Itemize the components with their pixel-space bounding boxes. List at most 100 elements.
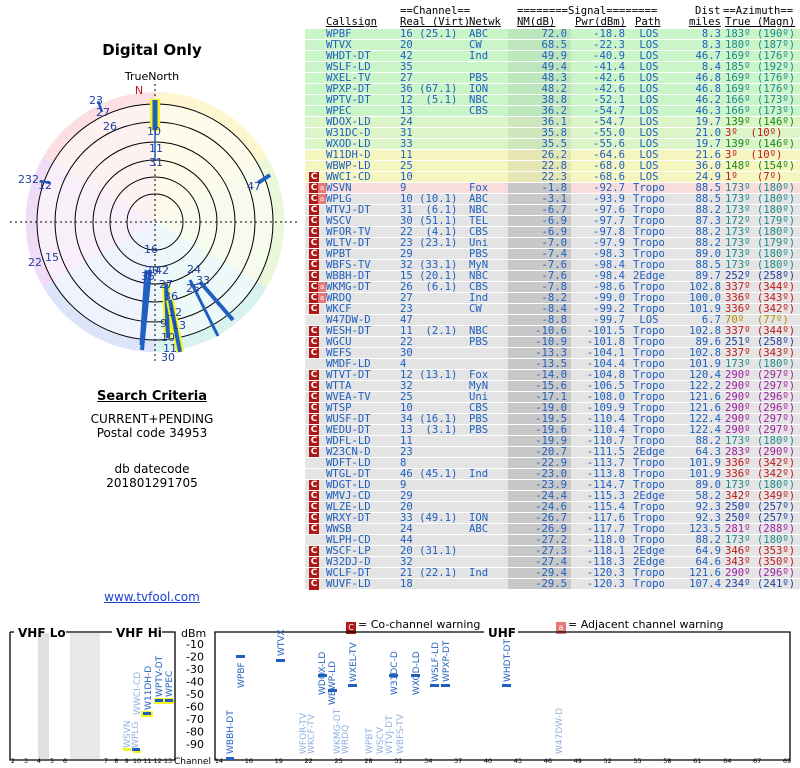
table-row[interactable]: Ca WSVN 9 Fox -1.8 -92.7 Tropo 88.5 173º (180º) xyxy=(305,182,800,194)
radar-label: 2 xyxy=(18,173,25,186)
table-row[interactable]: Ca WKMG-DT 26 (6.1) CBS -7.8 -98.6 Tropo 102.8 3… xyxy=(305,281,800,293)
table-row[interactable]: WXEL-TV 27 PBS 48.3 -42.6 LOS 46.8 169º (176º) xyxy=(305,72,800,84)
table-body: WPBF 16 (25.1) ABC 72.0 -18.8 LOS 8.3 183º (190… xyxy=(305,28,800,590)
vhf-label-wwci: WWCI-CD xyxy=(133,672,143,715)
table-row[interactable]: WDOX-LD 24 36.1 -54.7 LOS 19.7 139º (146º) xyxy=(305,116,800,128)
channel-tick-label: 4 xyxy=(37,757,41,765)
table-row[interactable]: W31DC-D 31 35.8 -55.0 LOS 21.0 3º (10º) xyxy=(305,127,800,139)
dbm-tick-label: -10 xyxy=(186,638,204,651)
channel-tick-label: 55 xyxy=(633,757,641,765)
criteria-postal-code: Postal code 34953 xyxy=(96,426,208,440)
channel-tick-label: 8 xyxy=(114,757,118,765)
radar-label: 36 xyxy=(164,290,178,303)
channel-tick-label: 52 xyxy=(603,757,611,765)
vhf-bar-11-core xyxy=(143,712,151,715)
table-row[interactable]: C WESH-DT 11 (2.1) NBC -10.6 -101.5 Tropo 102.8… xyxy=(305,325,800,337)
channel-axis: 2 3 4 5 6 7 8 9 10 11 12 13 14 16 19 22 25 28 31 34 37 40 43 46… xyxy=(11,757,791,765)
channel-tick-label: 25 xyxy=(334,757,342,765)
header-callsign: Callsign xyxy=(326,16,378,28)
table-row[interactable]: C W23CN-D 23 -20.7 -111.5 2Edge 64.3 283º (290º… xyxy=(305,446,800,458)
radar-label: 31 xyxy=(149,156,163,169)
channel-tick-label: 61 xyxy=(693,757,701,765)
uhf-label-whdt: WHDT-DT xyxy=(503,639,513,682)
uhf-bar-wtvx xyxy=(276,659,285,662)
table-row[interactable]: C WBBH-DT 15 (20.1) NBC -7.6 -98.4 2Edge 89.7 25… xyxy=(305,270,800,282)
channel-tick-label: 31 xyxy=(394,757,402,765)
table-row[interactable]: WDFT-LD 8 -22.9 -113.7 Tropo 101.9 336º (342º) xyxy=(305,457,800,469)
table-row[interactable]: C WGCU 22 PBS -10.9 -101.8 Tropo 89.6 251º (258º… xyxy=(305,336,800,348)
vhf-stations: WSVN WPLG WWCI-CD W11DH-D WPTV-DT WPEC xyxy=(123,655,175,753)
table-row[interactable]: C WTVJ-DT 31 (6.1) NBC -6.7 -97.6 Tropo 88.2 173… xyxy=(305,204,800,216)
table-row[interactable]: WPEC 13 CBS 36.2 -54.7 LOS 46.3 166º (173º) xyxy=(305,105,800,117)
table-row[interactable]: C WTVT-DT 12 (13.1) Fox -14.0 -104.8 Tropo 120.… xyxy=(305,369,800,381)
table-row[interactable]: C WLZE-LD 20 -24.6 -115.4 Tropo 92.3 250º (257º… xyxy=(305,501,800,513)
table-row[interactable]: Ca WPLG 10 (10.1) ABC -3.1 -93.9 Tropo 88.5 173º… xyxy=(305,193,800,205)
criteria-mode: CURRENT+PENDING xyxy=(90,412,214,426)
channel-tick-label: 69 xyxy=(783,757,791,765)
table-row[interactable]: C WTSP 10 CBS -19.0 -109.9 Tropo 121.6 290º (296… xyxy=(305,402,800,414)
table-row[interactable]: Ca WRDQ 27 Ind -8.2 -99.0 Tropo 100.0 336º (343º… xyxy=(305,292,800,304)
table-row[interactable]: WXOD-LD 33 35.5 -55.6 LOS 19.7 139º (146º) xyxy=(305,138,800,150)
vhf-hi-label: VHF Hi xyxy=(116,626,162,640)
channel-tick-label: 40 xyxy=(484,757,492,765)
vhf-bar-12-core xyxy=(155,699,163,702)
azimuth-cell: 234º (241º) xyxy=(725,578,796,590)
table-row[interactable]: C WLTV-DT 23 (23.1) Uni -7.0 -97.9 Tropo 88.2 17… xyxy=(305,237,800,249)
table-row[interactable]: C WCLF-DT 21 (22.1) Ind -29.4 -120.3 Tropo 121.… xyxy=(305,567,800,579)
table-row[interactable]: WSLF-LD 35 49.4 -41.4 LOS 8.4 185º (192º) xyxy=(305,61,800,73)
channel-tick-label: 2 xyxy=(11,757,15,765)
table-row[interactable]: C WVEA-TV 25 Uni -17.1 -108.0 Tropo 121.6 290º (… xyxy=(305,391,800,403)
website-link[interactable]: www.tvfool.com xyxy=(0,590,304,604)
table-row[interactable]: C WPBT 29 PBS -7.4 -98.3 Tropo 89.0 173º (180º) xyxy=(305,248,800,260)
table-row[interactable]: C W32DJ-D 32 -27.4 -118.3 2Edge 64.6 343º (350º… xyxy=(305,556,800,568)
table-row[interactable]: C WEDU-DT 13 (3.1) PBS -19.6 -110.4 Tropo 122.4… xyxy=(305,424,800,436)
table-row[interactable]: C WBFS-TV 32 (33.1) MyN -7.6 -98.4 Tropo 88.5 17… xyxy=(305,259,800,271)
table-row[interactable]: C WSCV 30 (51.1) TEL -6.9 -97.7 Tropo 87.3 172º … xyxy=(305,215,800,227)
table-row[interactable]: C WKCF 23 CW -8.4 -99.2 Tropo 101.9 336º (342º) xyxy=(305,303,800,315)
channel-cell: 18 xyxy=(400,578,413,590)
header-pwr: Pwr(dBm) xyxy=(575,16,627,28)
table-row[interactable]: C WWSB 24 ABC -26.9 -117.7 Tropo 123.5 281º (288… xyxy=(305,523,800,535)
uhf-label-wbbh: WBBH-DT xyxy=(226,710,236,754)
table-row[interactable]: C WDFL-LD 11 -19.9 -110.7 Tropo 88.2 173º (180º… xyxy=(305,435,800,447)
table-row[interactable]: C WUVF-LD 18 -29.5 -120.3 Tropo 107.4 234º (241… xyxy=(305,578,800,590)
uhf-label-wpxp: WPXP-DT xyxy=(442,640,452,682)
table-row[interactable]: C WEFS 30 -13.3 -104.1 Tropo 102.8 337º (343º) xyxy=(305,347,800,359)
table-row[interactable]: C WUSF-DT 34 (16.1) PBS -19.5 -110.4 Tropo 122.… xyxy=(305,413,800,425)
uhf-bar-low xyxy=(226,757,234,760)
table-row[interactable]: WMDF-LD 4 -13.5 -104.4 Tropo 101.9 173º (180º) xyxy=(305,358,800,370)
table-row[interactable]: WTGL-DT 46 (45.1) Ind -23.0 -113.8 Tropo 101.9… xyxy=(305,468,800,480)
vhf-lo-label: VHF Lo xyxy=(18,626,66,640)
compass-label: TrueNorth xyxy=(124,70,179,83)
table-row[interactable]: C WMVJ-CD 29 -24.4 -115.3 2Edge 58.2 342º (349º… xyxy=(305,490,800,502)
table-row[interactable]: W47DW-D 47 -8.8 -99.7 LOS 6.7 70º (77º) xyxy=(305,314,800,326)
uhf-label-wdox: WDOX-LD xyxy=(318,652,328,695)
table-row[interactable]: WHDT-DT 42 Ind 49.9 -40.9 LOS 46.7 169º (176º) xyxy=(305,50,800,62)
table-row[interactable]: W11DH-D 11 26.2 -64.6 LOS 21.6 3º (10º) xyxy=(305,149,800,161)
table-row[interactable]: WLPH-CD 44 -27.2 -118.0 Tropo 88.2 173º (180º) xyxy=(305,534,800,546)
channel-tick-label: 19 xyxy=(275,757,283,765)
table-row[interactable]: WBWP-LD 25 22.8 -68.0 LOS 36.0 148º (154º) xyxy=(305,160,800,172)
radar-label: 9 xyxy=(160,317,167,330)
channel-tick-label: 13 xyxy=(164,757,172,765)
table-row[interactable]: C WTTA 32 MyN -15.6 -106.5 Tropo 122.2 290º (297… xyxy=(305,380,800,392)
vhf-label-wptv: WPTV-DT xyxy=(155,655,165,697)
table-row[interactable]: WPBF 16 (25.1) ABC 72.0 -18.8 LOS 8.3 183º (190… xyxy=(305,28,800,40)
channel-tick-label: 58 xyxy=(663,757,671,765)
table-row[interactable]: WPXP-DT 36 (67.1) ION 48.2 -42.6 LOS 46.8 169º … xyxy=(305,83,800,95)
co-channel-warning-icon: C xyxy=(309,579,319,590)
table-row[interactable]: C WFOR-TV 22 (4.1) CBS -6.9 -97.8 Tropo 88.2 173… xyxy=(305,226,800,238)
uhf-label-wtvj: WTVJ-DT xyxy=(385,715,395,754)
table-row[interactable]: C WRXY-DT 33 (49.1) ION -26.7 -117.6 Tropo 92.3… xyxy=(305,512,800,524)
uhf-label-wpbt: WPBT xyxy=(365,727,375,754)
table-row[interactable]: C WSCF-LP 20 (31.1) -27.3 -118.1 2Edge 64.9 346… xyxy=(305,545,800,557)
search-criteria-title: Search Criteria xyxy=(97,389,207,404)
table-row[interactable]: WTVX 20 CW 68.5 -22.3 LOS 8.3 180º (187º) xyxy=(305,39,800,51)
callsign-cell: WUVF-LD xyxy=(326,578,371,590)
distance-cell: 107.4 xyxy=(689,578,721,590)
channel-tick-label: 64 xyxy=(723,757,731,765)
table-row[interactable]: C WDGT-LD 9 -23.9 -114.7 Tropo 89.0 173º (180º) xyxy=(305,479,800,491)
header-real-virt: Real (Virt) xyxy=(400,16,471,28)
table-row[interactable]: C WWCI-CD 10 22.3 -68.6 LOS 24.9 1º (7º) xyxy=(305,171,800,183)
table-row[interactable]: WPTV-DT 12 (5.1) NBC 38.8 -52.1 LOS 46.2 166º (… xyxy=(305,94,800,106)
